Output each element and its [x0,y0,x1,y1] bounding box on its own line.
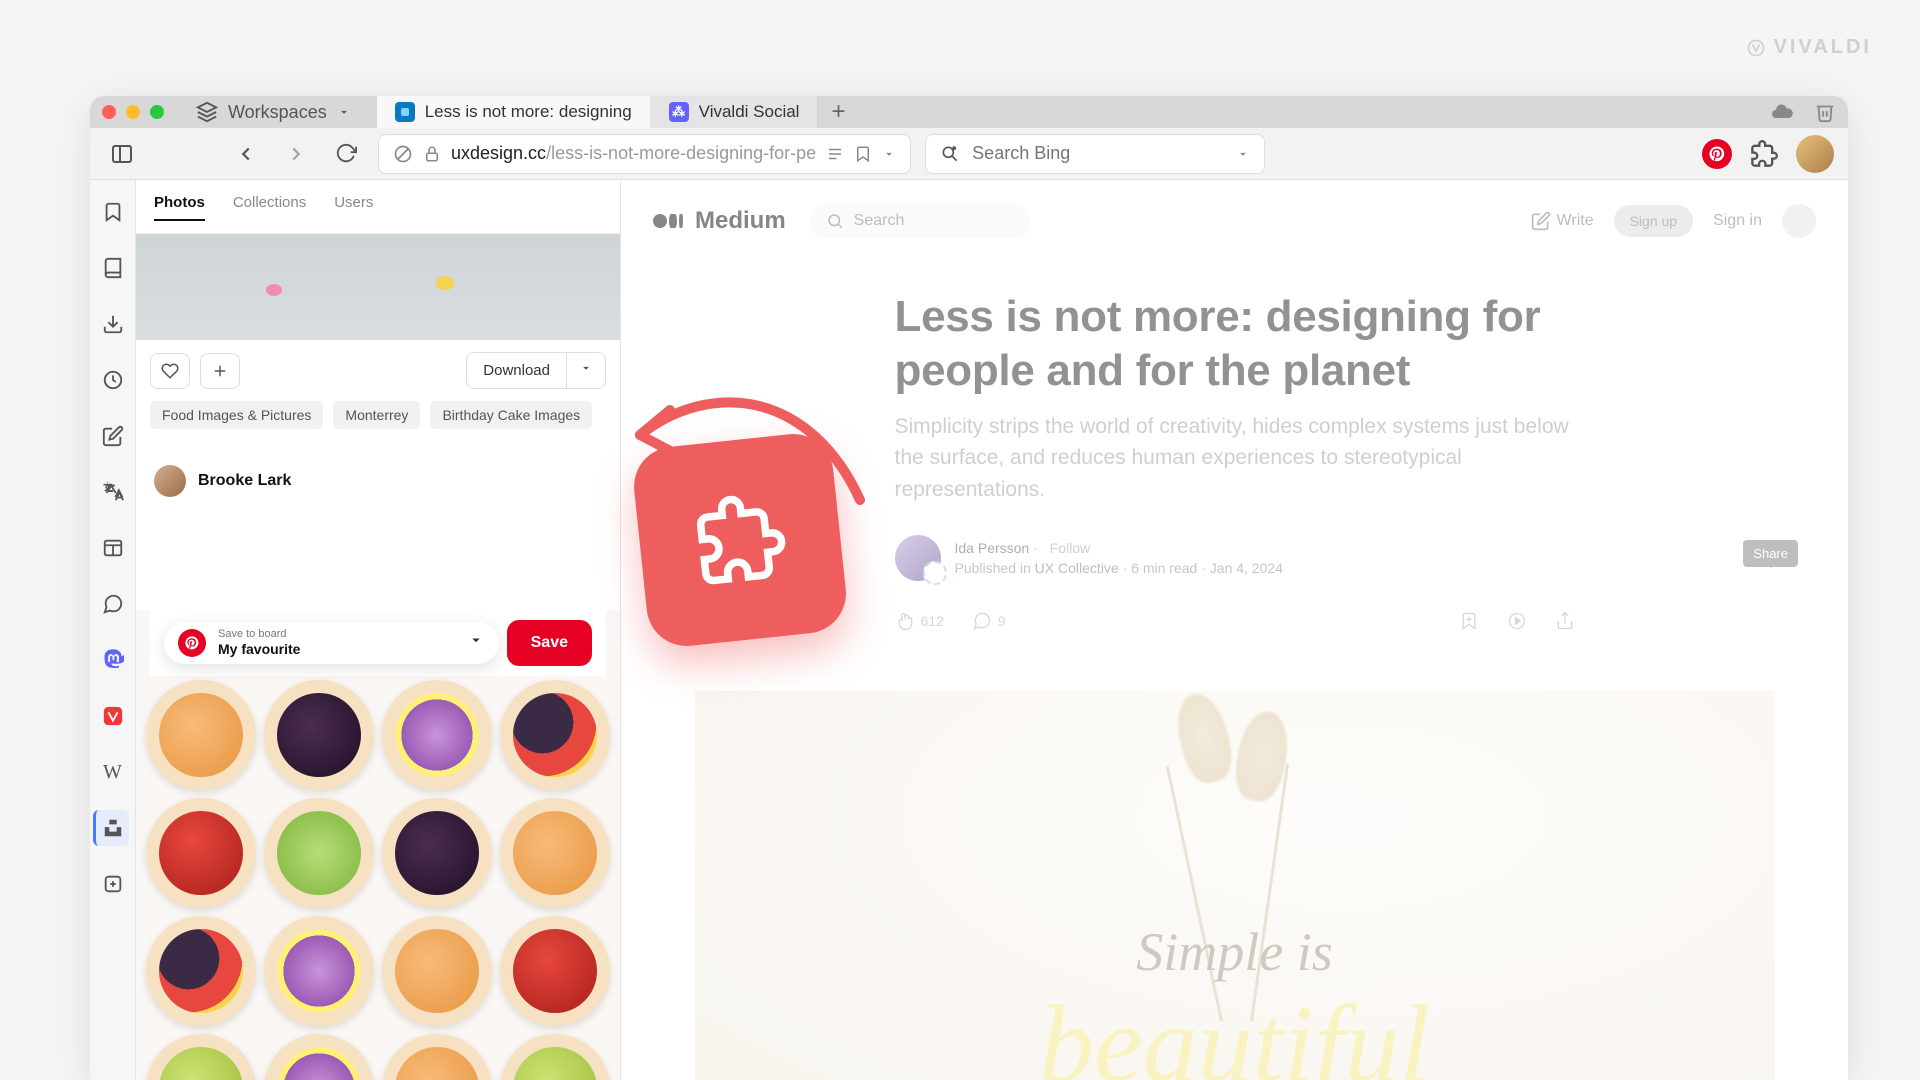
tag-chip[interactable]: Birthday Cake Images [430,401,592,429]
author-avatar[interactable] [895,535,941,581]
engagement-bar: 612 9 [895,611,1575,631]
tag-chip[interactable]: Food Images & Pictures [150,401,323,429]
history-panel-icon[interactable] [95,362,131,398]
unsplash-web-panel: Photos Collections Users Download Food I… [136,180,621,1080]
tag-chip[interactable]: Monterrey [333,401,420,429]
search-input[interactable] [972,143,1224,164]
article-subtitle: Simplicity strips the world of creativit… [895,411,1575,504]
mastodon-panel-icon[interactable] [95,642,131,678]
unsplash-tab-collections[interactable]: Collections [233,194,306,221]
window-controls[interactable] [102,105,164,119]
share-tooltip: Share [1743,540,1798,567]
workspaces-menu[interactable]: Workspaces [196,101,351,123]
panel-toggle-button[interactable] [104,136,140,172]
save-bookmark-icon[interactable] [1459,611,1479,631]
photo-thumbnail[interactable] [136,234,620,340]
cloud-sync-icon[interactable] [1770,100,1794,124]
download-options-icon[interactable] [566,353,605,388]
signin-link[interactable]: Sign in [1713,212,1762,230]
lock-icon[interactable] [423,145,441,163]
avatar[interactable] [1782,204,1816,238]
pinterest-board-selector[interactable]: Save to board My favourite [164,622,499,664]
puzzle-piece-icon [691,491,790,590]
photo-author[interactable]: Brooke Lark [136,445,620,517]
profile-avatar[interactable] [1796,135,1834,173]
vivaldi-watermark: VIVALDI [1746,36,1872,59]
clap-button[interactable]: 612 [895,611,944,631]
maximize-window-icon[interactable] [150,105,164,119]
listen-icon[interactable] [1507,611,1527,631]
bookmark-icon[interactable] [854,145,872,163]
add-panel-button[interactable] [95,866,131,902]
favicon-icon: ⁂ [669,102,689,122]
chevron-down-icon [467,631,485,654]
chevron-down-icon[interactable] [882,147,896,161]
like-button[interactable] [150,353,190,389]
forward-button[interactable] [278,136,314,172]
downloads-panel-icon[interactable] [95,306,131,342]
reload-button[interactable] [328,136,364,172]
unsplash-panel-icon[interactable] [93,810,129,846]
write-button[interactable]: Write [1531,211,1594,231]
browser-window: Workspaces Less is not more: designing ⁂… [90,96,1848,1080]
pinterest-save-button[interactable]: Save [507,620,592,666]
responses-button[interactable]: 9 [972,611,1006,631]
tab-vivaldi-social[interactable]: ⁂ Vivaldi Social [651,96,819,128]
article-byline: Ida Persson · Follow Published in UX Col… [895,535,1575,581]
add-to-collection-button[interactable] [200,353,240,389]
search-icon [826,212,844,230]
bookmarks-panel-icon[interactable] [95,194,131,230]
photo-large[interactable] [136,610,620,1080]
unsplash-tab-users[interactable]: Users [334,194,373,221]
search-field[interactable] [925,134,1265,174]
signup-button[interactable]: Sign up [1614,205,1693,237]
tab-uxdesign-article[interactable]: Less is not more: designing [377,96,651,128]
article-title: Less is not more: designing for people a… [895,290,1575,397]
new-tab-button[interactable]: + [818,96,858,128]
reader-mode-icon[interactable] [826,145,844,163]
back-button[interactable] [228,136,264,172]
address-bar[interactable]: uxdesign.cc/less-is-not-more-designing-f… [378,134,911,174]
sessions-panel-icon[interactable] [95,586,131,622]
article-hero-image: Simple is beautiful [695,691,1775,1080]
trash-icon[interactable] [1814,101,1836,123]
wikipedia-panel-icon[interactable]: W [95,754,131,790]
close-window-icon[interactable] [102,105,116,119]
url-text: uxdesign.cc/less-is-not-more-designing-f… [451,143,816,164]
share-icon[interactable] [1555,611,1575,631]
content-blocker-icon[interactable] [393,144,413,164]
extension-callout-badge [630,430,850,650]
follow-link[interactable]: Follow [1050,540,1090,556]
pinterest-icon [178,629,206,657]
favicon-icon [395,102,415,122]
vivaldi-panel-icon[interactable] [95,698,131,734]
address-toolbar: uxdesign.cc/less-is-not-more-designing-f… [90,128,1848,180]
unsplash-tab-photos[interactable]: Photos [154,194,205,221]
author-name[interactable]: Ida Persson [955,540,1030,556]
side-panel: W [90,180,136,1080]
window-panel-icon[interactable] [95,530,131,566]
translate-panel-icon[interactable] [95,474,131,510]
chevron-down-icon[interactable] [1236,147,1250,161]
publication-link[interactable]: UX Collective [1035,560,1119,576]
medium-search[interactable]: Search [810,204,1030,238]
chevron-down-icon [337,105,351,119]
reading-list-panel-icon[interactable] [95,250,131,286]
layers-icon [196,101,218,123]
download-button[interactable]: Download [466,352,606,389]
medium-header: Medium Search Write Sign up Sign in [621,204,1848,260]
search-engine-icon [940,144,960,164]
unsplash-nav-tabs: Photos Collections Users [136,180,620,234]
extensions-icon[interactable] [1750,140,1778,168]
avatar [154,465,186,497]
pinterest-save-overlay: Save to board My favourite Save [150,610,606,676]
minimize-window-icon[interactable] [126,105,140,119]
notes-panel-icon[interactable] [95,418,131,454]
pinterest-extension-icon[interactable] [1702,139,1732,169]
tab-strip: Workspaces Less is not more: designing ⁂… [90,96,1848,128]
medium-logo[interactable]: Medium [653,207,786,235]
